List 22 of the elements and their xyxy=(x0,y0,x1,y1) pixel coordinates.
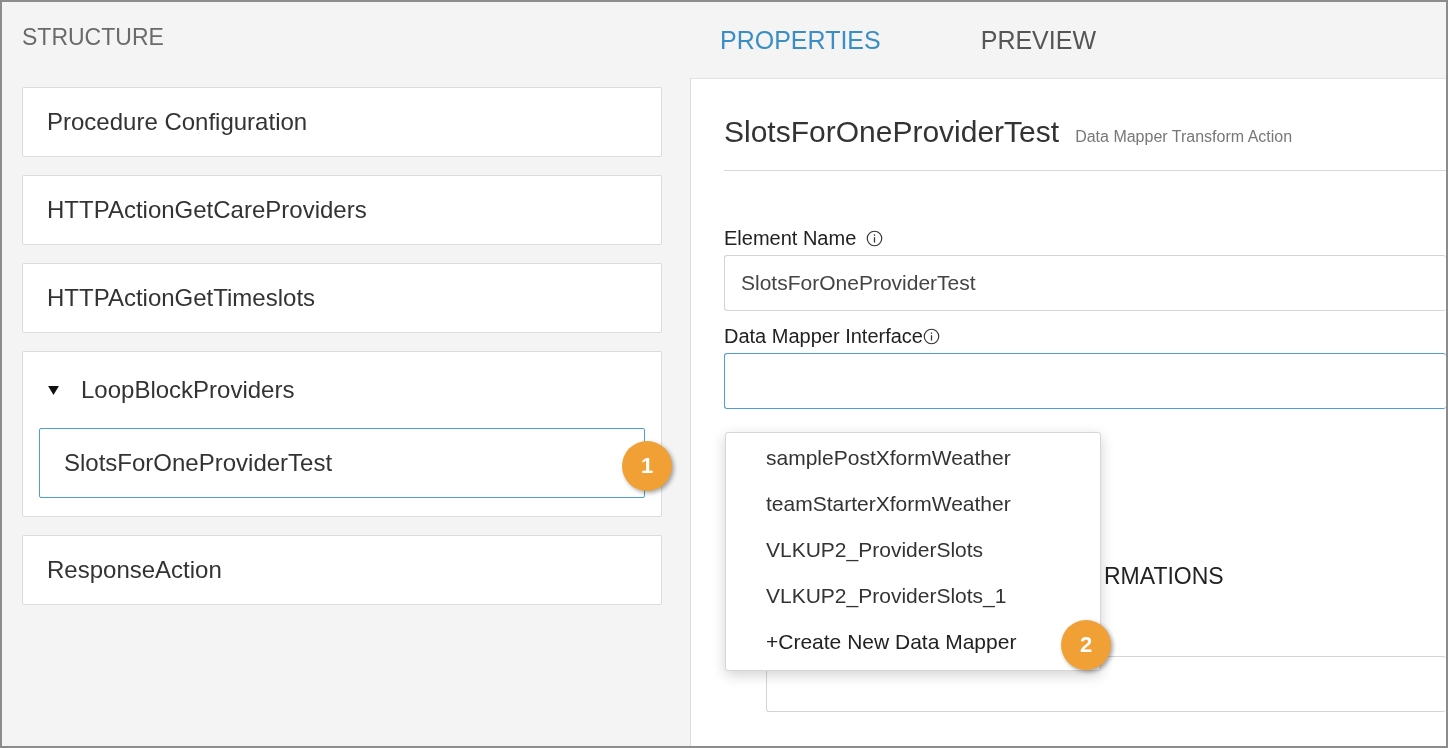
info-icon[interactable] xyxy=(866,229,884,247)
element-type: Data Mapper Transform Action xyxy=(1075,128,1293,146)
element-title: SlotsForOneProviderTest xyxy=(724,115,1060,149)
structure-item[interactable]: Procedure Configuration xyxy=(22,87,662,157)
dropdown-option[interactable]: VLKUP2_ProviderSlots_1 xyxy=(726,573,1007,619)
structure-heading: STRUCTURE xyxy=(22,23,165,52)
section-title: RMATIONS xyxy=(1104,563,1224,589)
dropdown-option[interactable]: teamStarterXformWeather xyxy=(726,481,1011,527)
group-label: LoopBlockProviders xyxy=(81,376,295,404)
dropdown-option[interactable]: VLKUP2_ProviderSlots xyxy=(726,527,984,573)
dropdown-option[interactable]: samplePostXformWeather xyxy=(726,435,1011,481)
structure-item[interactable]: HTTPActionGetTimeslots xyxy=(22,263,662,333)
structure-item[interactable]: HTTPActionGetCareProviders xyxy=(22,175,662,245)
field-label: Element Name xyxy=(724,226,857,250)
text-field[interactable] xyxy=(724,353,1446,409)
structure-item[interactable]: ResponseAction xyxy=(22,535,662,605)
expand-triangle-icon[interactable] xyxy=(48,385,59,395)
text-field[interactable]: SlotsForOneProviderTest xyxy=(724,255,1446,311)
info-icon[interactable] xyxy=(923,327,940,345)
dropdown-option[interactable]: +Create New Data Mapper xyxy=(726,619,1019,665)
tab[interactable]: PREVIEW xyxy=(980,25,1096,55)
field-label: Data Mapper Interface xyxy=(724,324,923,348)
